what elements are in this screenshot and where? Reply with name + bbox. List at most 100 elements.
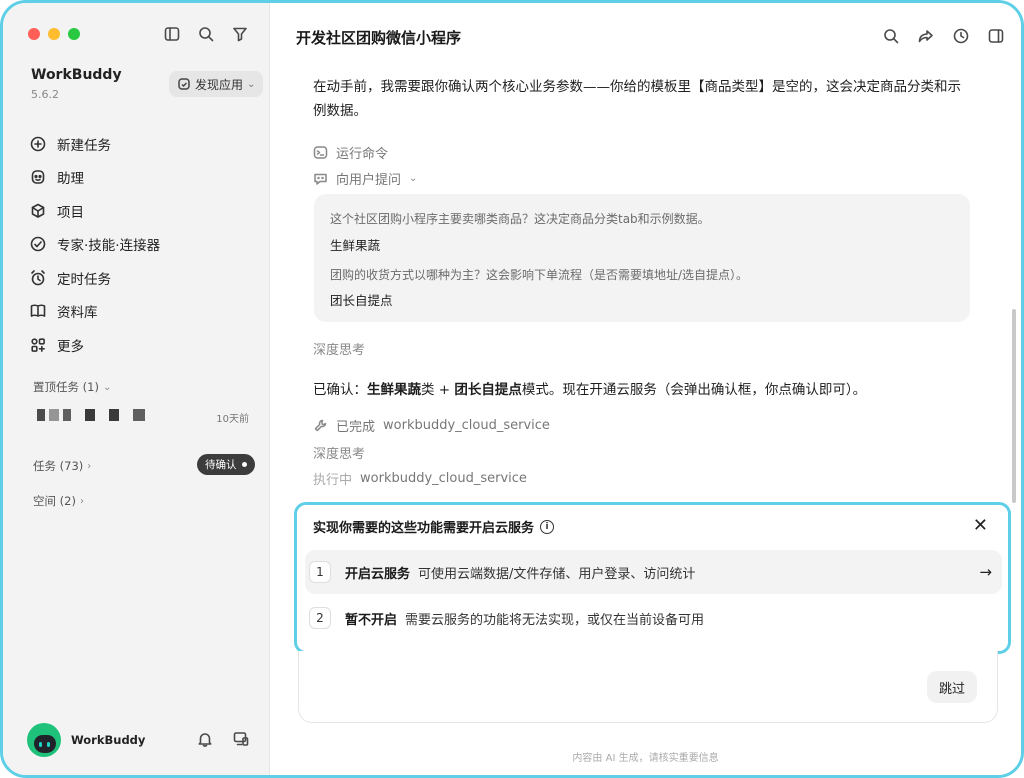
- step-ask-user[interactable]: 向用户提问 ⌄: [313, 169, 417, 188]
- step-label: 向用户提问: [336, 173, 402, 188]
- spaces-header[interactable]: 空间 (2) ›: [33, 493, 84, 509]
- sidebar-item-label: 更多: [57, 338, 84, 355]
- project-icon: [31, 203, 45, 218]
- pinned-tasks-label: 置顶任务 (1): [33, 380, 99, 394]
- close-window-button[interactable]: [28, 28, 40, 40]
- step-status: 已完成: [336, 420, 376, 435]
- sidebar-bottom-toolbar: [196, 730, 250, 748]
- pending-confirmation-badge[interactable]: 待确认: [197, 454, 255, 475]
- confirm-separator: 类 +: [421, 382, 455, 398]
- user-name: WorkBuddy: [71, 733, 146, 747]
- chevron-right-icon: ›: [87, 460, 92, 472]
- step-label: 运行命令: [336, 147, 389, 162]
- sidebar-toggle-icon[interactable]: [163, 25, 181, 43]
- tool-name: workbuddy_cloud_service: [360, 471, 527, 486]
- sidebar-item-experts[interactable]: 专家·技能·连接器: [29, 228, 249, 262]
- chevron-right-icon: ›: [79, 495, 84, 507]
- chat-content: 在动手前，我需要跟你确认两个核心业务参数——你给的模板里【商品类型】是空的，这会…: [313, 75, 973, 123]
- confirm-prefix: 已确认：: [313, 382, 367, 398]
- app-name: WorkBuddy: [31, 67, 122, 83]
- pinned-tasks-header[interactable]: 置顶任务 (1) ⌄: [33, 379, 111, 395]
- tasks-label: 任务 (73): [33, 459, 84, 473]
- search-icon[interactable]: [882, 27, 900, 45]
- assistant-message: 在动手前，我需要跟你确认两个核心业务参数——你给的模板里【商品类型】是空的，这会…: [313, 79, 961, 119]
- skip-button[interactable]: 跳过: [926, 671, 977, 703]
- option-title: 暂不开启: [345, 612, 398, 628]
- minimize-window-button[interactable]: [48, 28, 60, 40]
- avatar[interactable]: [27, 723, 61, 757]
- step-completed[interactable]: 已完成 workbuddy_cloud_service: [313, 416, 550, 435]
- option-number: 1: [309, 561, 331, 583]
- expert-icon: [30, 236, 46, 252]
- option-description: 需要云服务的功能将无法实现，或仅在当前设备可用: [405, 612, 705, 628]
- ai-disclaimer: 内容由 AI 生成，请核实重要信息: [572, 753, 719, 764]
- sidebar-item-more[interactable]: 更多: [29, 328, 249, 362]
- device-sync-icon[interactable]: [232, 730, 250, 748]
- chevron-down-icon: ⌄: [409, 173, 418, 184]
- search-icon[interactable]: [197, 25, 215, 43]
- sidebar-item-label: 新建任务: [57, 137, 111, 154]
- share-icon[interactable]: [917, 27, 935, 45]
- tasks-header[interactable]: 任务 (73) ›: [33, 458, 91, 474]
- sidebar-item-label: 专家·技能·连接器: [57, 238, 161, 255]
- book-icon: [30, 304, 46, 318]
- app-window: WorkBuddy 5.6.2 发现应用 ⌄ 新建任务 助理 项目 专家·技能·…: [0, 0, 1024, 778]
- info-icon[interactable]: i: [540, 519, 555, 534]
- deep-thinking-toggle[interactable]: 深度思考: [313, 339, 365, 358]
- bell-icon[interactable]: [196, 730, 214, 748]
- plus-circle-icon: [30, 136, 46, 152]
- page-title: 开发社区团购微信小程序: [296, 29, 462, 47]
- main-toolbar: [882, 27, 1005, 45]
- tool-name: workbuddy_cloud_service: [383, 418, 550, 433]
- filter-icon[interactable]: [231, 25, 249, 43]
- sidebar-toolbar: [163, 25, 249, 43]
- cloud-service-dialog: 实现你需要的这些功能需要开启云服务 i ✕ 1 开启云服务 可使用云端数据/文件…: [294, 502, 1011, 654]
- sidebar-item-label: 资料库: [57, 305, 98, 322]
- chat-bubble-icon: [314, 173, 327, 185]
- arrow-right-icon: →: [979, 563, 992, 581]
- sidebar-item-assistant[interactable]: 助理: [29, 161, 249, 195]
- chevron-down-icon: ⌄: [102, 381, 112, 393]
- deep-thinking-toggle[interactable]: 深度思考: [313, 443, 365, 462]
- sidebar-item-label: 助理: [57, 171, 84, 188]
- maximize-window-button[interactable]: [68, 28, 80, 40]
- confirmation-message: 已确认：生鲜果蔬类 + 团长自提点模式。现在开通云服务（会弹出确认框，你点确认即…: [313, 378, 866, 398]
- confirm-suffix: 模式。现在开通云服务（会弹出确认框，你点确认即可）。: [521, 382, 867, 398]
- sidebar-item-scheduled-tasks[interactable]: 定时任务: [29, 261, 249, 295]
- discover-apps-button[interactable]: 发现应用 ⌄: [169, 71, 264, 97]
- step-run-command[interactable]: 运行命令: [313, 143, 388, 162]
- main-panel: 开发社区团购微信小程序 在动手前，我需要跟你确认两个核心业务参数——你给的模板里…: [270, 3, 1021, 775]
- confirm-delivery-mode: 团长自提点: [454, 382, 522, 398]
- history-icon[interactable]: [952, 27, 970, 45]
- pinned-task-time: 10天前: [216, 414, 249, 425]
- question-text: 团购的收货方式以哪种为主？这会影响下单流程（是否需要填地址/选自提点）。: [330, 268, 749, 282]
- app-store-icon: [178, 78, 190, 90]
- grid-icon: [31, 338, 45, 352]
- scrollbar[interactable]: [1012, 309, 1016, 503]
- tool-wrench-icon: [314, 419, 327, 432]
- dialog-title: 实现你需要的这些功能需要开启云服务 i: [313, 517, 555, 536]
- confirm-product-type: 生鲜果蔬: [367, 382, 421, 398]
- sidebar-item-new-task[interactable]: 新建任务: [29, 127, 249, 161]
- message-input-area[interactable]: 跳过: [298, 651, 998, 723]
- status-dot-icon: [241, 462, 247, 467]
- user-answers-card: 这个社区团购小程序主要卖哪类商品？这决定商品分类tab和示例数据。 生鲜果蔬 团…: [314, 194, 970, 322]
- option-title: 开启云服务: [345, 566, 411, 582]
- close-icon[interactable]: ✕: [973, 515, 988, 536]
- option-description: 可使用云端数据/文件存储、用户登录、访问统计: [418, 566, 696, 582]
- spaces-label: 空间 (2): [33, 494, 76, 508]
- dialog-title-text: 实现你需要的这些功能需要开启云服务: [313, 521, 535, 536]
- step-status: 执行中: [313, 473, 353, 488]
- option-skip-cloud[interactable]: 2 暂不开启 需要云服务的功能将无法实现，或仅在当前设备可用: [305, 596, 1002, 640]
- option-number: 2: [309, 607, 331, 629]
- option-enable-cloud[interactable]: 1 开启云服务 可使用云端数据/文件存储、用户登录、访问统计 →: [305, 550, 1002, 594]
- panel-icon[interactable]: [987, 27, 1005, 45]
- answer-text: 生鲜果蔬: [330, 238, 381, 253]
- question-text: 这个社区团购小程序主要卖哪类商品？这决定商品分类tab和示例数据。: [330, 212, 710, 226]
- pinned-task-item[interactable]: 10天前: [37, 407, 249, 425]
- assistant-icon: [31, 170, 45, 185]
- sidebar-item-projects[interactable]: 项目: [29, 194, 249, 228]
- sidebar-item-library[interactable]: 资料库: [29, 295, 249, 329]
- chevron-down-icon: ⌄: [247, 78, 256, 90]
- pending-badge-label: 待确认: [205, 459, 237, 471]
